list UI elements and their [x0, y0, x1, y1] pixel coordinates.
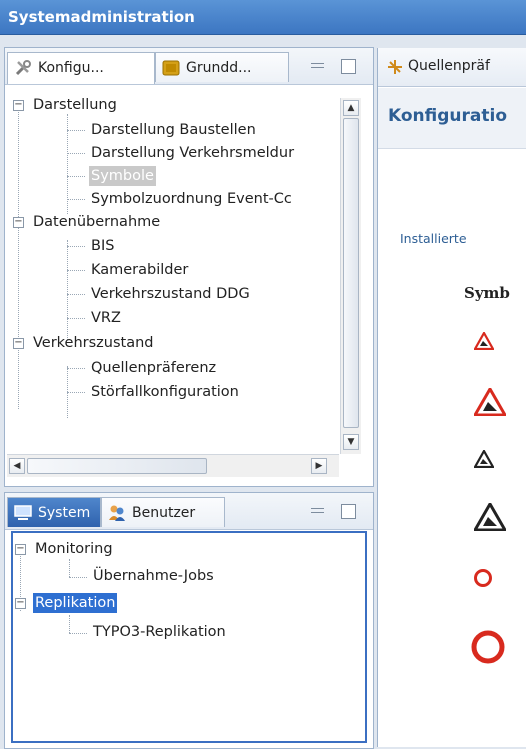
tab-konfiguration[interactable]: Konfigu...	[7, 52, 155, 84]
scroll-thumb-horizontal[interactable]	[27, 458, 207, 474]
collapse-toggle[interactable]: −	[15, 544, 26, 555]
prohibition-circle-icon	[474, 569, 492, 587]
symbol-column-header: Symb	[464, 284, 510, 302]
scroll-down-button[interactable]: ▼	[343, 434, 359, 450]
roadwork-sign-icon	[474, 388, 506, 416]
window-title: Systemadministration	[8, 8, 195, 26]
tab-konfiguration-label: Konfigu...	[38, 60, 104, 76]
tools-icon	[15, 60, 31, 76]
maximize-button[interactable]	[341, 504, 356, 519]
tab-quellenpraeferenz-label: Quellenpräf	[408, 58, 490, 74]
users-icon	[109, 505, 125, 521]
system-tree: − Monitoring Übernahme-Jobs − Replikatio…	[11, 531, 367, 743]
tab-system[interactable]: System	[7, 497, 101, 527]
source-icon	[388, 60, 402, 74]
database-icon	[162, 60, 180, 76]
editor-pane: Quellenpräf Konfiguratio Installierte Sy…	[377, 48, 526, 747]
collapse-toggle[interactable]: −	[15, 598, 26, 609]
scroll-up-button[interactable]: ▲	[343, 100, 359, 116]
tab-system-label: System	[38, 505, 91, 521]
tree-label: Darstellung	[33, 97, 117, 113]
horizontal-scrollbar[interactable]: ◀ ▶	[7, 454, 339, 477]
monitor-icon	[14, 505, 32, 520]
configuration-tabbar: Konfigu... Grundd...	[5, 48, 373, 85]
roadwork-sign-icon	[474, 332, 494, 350]
collapse-toggle[interactable]: −	[13, 338, 24, 349]
tab-benutzer-label: Benutzer	[132, 505, 196, 521]
system-tabbar: System Benutzer	[5, 493, 373, 530]
tab-benutzer[interactable]: Benutzer	[101, 497, 225, 527]
installed-label: Installierte	[400, 231, 467, 246]
scroll-right-button[interactable]: ▶	[311, 458, 327, 474]
minimize-button[interactable]	[311, 508, 324, 513]
minimize-button[interactable]	[311, 63, 324, 68]
collapse-toggle[interactable]: −	[13, 217, 24, 228]
tab-quellenpraeferenz[interactable]: Quellenpräf	[378, 48, 526, 87]
maximize-button[interactable]	[341, 59, 356, 74]
collapse-toggle[interactable]: −	[13, 100, 24, 111]
page-title: Konfiguratio	[388, 106, 508, 126]
scroll-left-button[interactable]: ◀	[9, 458, 25, 474]
prohibition-circle-icon	[471, 630, 505, 664]
roadwork-sign-icon	[474, 503, 506, 531]
scroll-thumb[interactable]	[343, 118, 359, 428]
tab-grunddaten[interactable]: Grundd...	[155, 52, 289, 82]
tab-grunddaten-label: Grundd...	[186, 60, 252, 76]
system-pane: System Benutzer − Monitoring Übernahme-J…	[4, 492, 374, 749]
configuration-tree: − Darstellung Darstellung Baustellen Dar…	[5, 86, 343, 460]
roadwork-sign-icon	[474, 450, 494, 468]
editor-header: Konfiguratio	[378, 88, 526, 149]
configuration-pane: Konfigu... Grundd... − Darstellung Darst…	[4, 47, 374, 487]
vertical-scrollbar[interactable]: ▲ ▼	[340, 98, 361, 454]
window-title-bar: Systemadministration	[0, 0, 526, 35]
